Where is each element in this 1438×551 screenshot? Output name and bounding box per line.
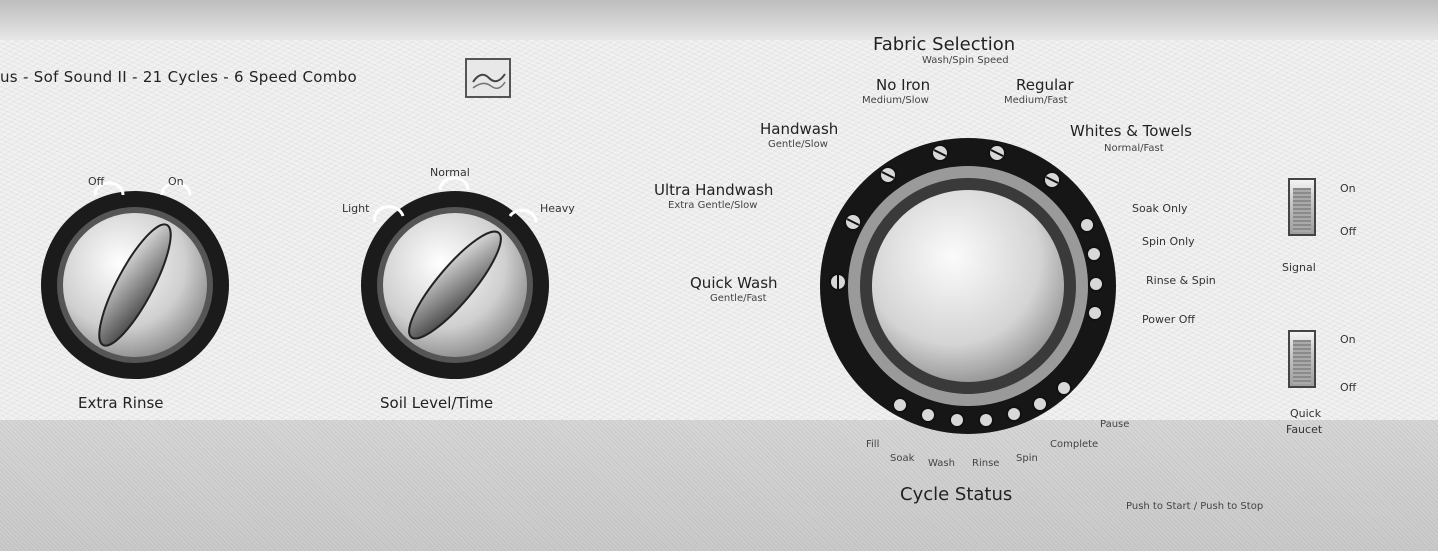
cycle-whites-towels: Whites & Towels (1070, 122, 1192, 140)
soil-light-label: Light (342, 202, 370, 215)
soil-level-knob[interactable] (361, 176, 549, 379)
cycle-handwash: Handwash (760, 120, 839, 138)
cycle-ultra-handwash: Ultra Handwash (654, 181, 774, 199)
fabric-selection-title: Fabric Selection (873, 34, 1016, 55)
extra-rinse-knob[interactable] (41, 181, 229, 379)
cycle-quick-wash-speed: Gentle/Fast (710, 293, 767, 304)
status-pause: Pause (1100, 419, 1130, 430)
extra-rinse-on-label: On (168, 175, 184, 188)
status-spin: Spin (1016, 453, 1038, 464)
cycle-whites-towels-speed: Normal/Fast (1104, 143, 1164, 154)
status-rinse: Rinse (972, 458, 1000, 469)
soil-normal-label: Normal (430, 166, 470, 179)
status-complete: Complete (1050, 439, 1099, 450)
option-soak-only: Soak Only (1132, 202, 1188, 215)
signal-switch[interactable] (1288, 178, 1316, 236)
cycle-handwash-speed: Gentle/Slow (768, 139, 828, 150)
cycle-regular-speed: Medium/Fast (1004, 95, 1068, 106)
option-spin-only: Spin Only (1142, 235, 1195, 248)
cycle-status-title: Cycle Status (900, 484, 1013, 505)
option-power-off: Power Off (1142, 313, 1195, 326)
soil-heavy-label: Heavy (540, 202, 575, 215)
signal-on-label: On (1340, 182, 1356, 195)
status-fill: Fill (866, 439, 880, 450)
fabric-selection-subtitle: Wash/Spin Speed (922, 55, 1009, 66)
quick-faucet-off-label: Off (1340, 381, 1357, 394)
quick-faucet-switch[interactable] (1288, 330, 1316, 388)
status-wash: Wash (928, 458, 955, 469)
cycle-no-iron-speed: Medium/Slow (862, 95, 929, 106)
cycle-ultra-handwash-speed: Extra Gentle/Slow (668, 200, 758, 211)
signal-off-label: Off (1340, 225, 1357, 238)
soil-level-label: Soil Level/Time (380, 394, 494, 412)
extra-rinse-off-label: Off (88, 175, 105, 188)
cycle-no-iron: No Iron (876, 76, 931, 94)
quick-faucet-label-1: Quick (1290, 407, 1322, 420)
extra-rinse-label: Extra Rinse (78, 394, 164, 412)
cycle-quick-wash: Quick Wash (690, 274, 778, 292)
quick-faucet-label-2: Faucet (1286, 423, 1323, 436)
quick-faucet-on-label: On (1340, 333, 1356, 346)
push-start-stop-label: Push to Start / Push to Stop (1126, 501, 1264, 512)
cycle-regular: Regular (1016, 76, 1074, 94)
fabric-selection-dial[interactable] (820, 138, 1116, 434)
option-rinse-spin: Rinse & Spin (1146, 274, 1216, 287)
status-soak: Soak (890, 453, 915, 464)
signal-label: Signal (1282, 261, 1316, 274)
